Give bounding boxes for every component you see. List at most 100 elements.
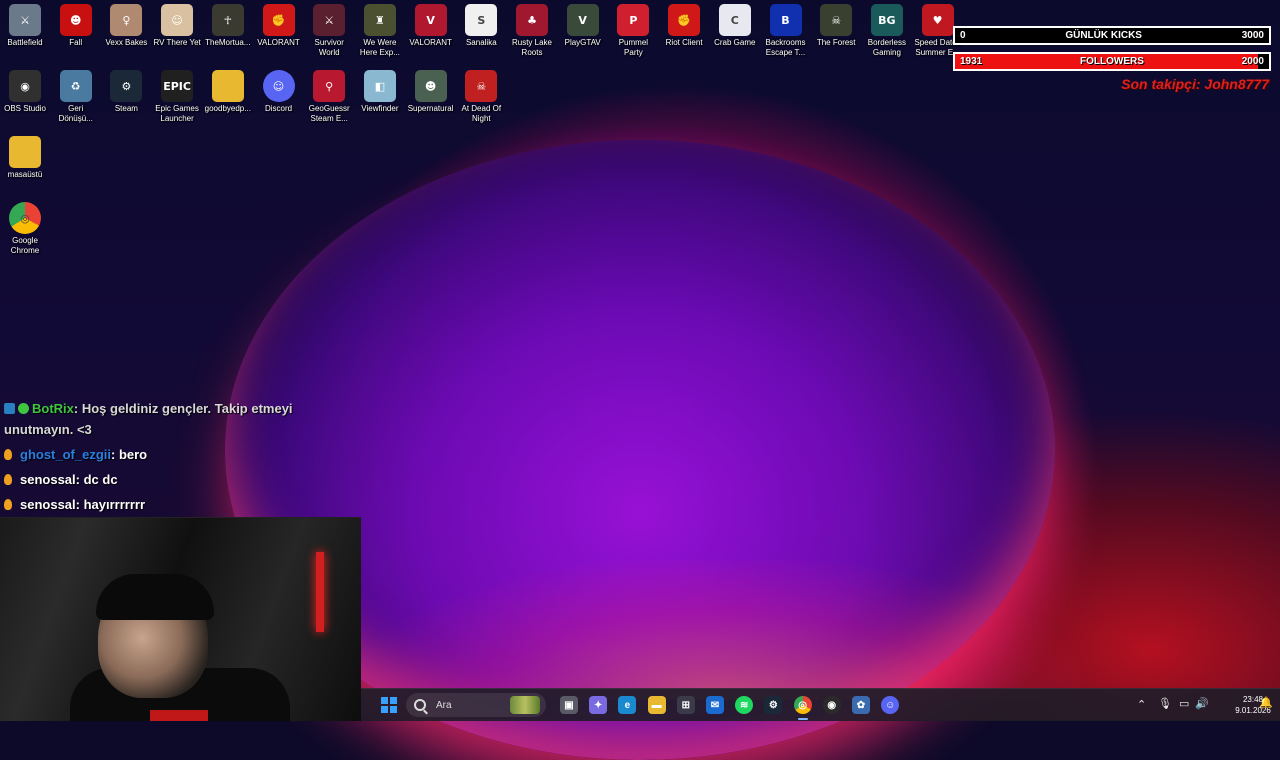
desktop-icon[interactable]: V VALORANT [406, 0, 456, 48]
game-icon: S [465, 4, 498, 36]
desktop-icons: ⚔ Battlefield ☻ Fall ♀ Vexx Bakes ☺ RV There Ye… [0, 0, 961, 260]
desktop-icon[interactable]: C Crab Game [710, 0, 760, 48]
taskbar-steam-icon[interactable]: ⚙ [764, 696, 783, 714]
desktop-icon[interactable]: ☥ TheMortua... [203, 0, 253, 48]
last-follower-label: Son takipçi: John8777 [1121, 76, 1269, 92]
game-icon: ♥ [921, 4, 954, 36]
desktop-icon[interactable]: ◎ Google Chrome [0, 198, 50, 256]
desktop-icon[interactable]: goodbyedp... [203, 66, 253, 114]
desktop-icon[interactable]: ☠ The Forest [811, 0, 861, 48]
kicks-current: 0 [960, 30, 966, 41]
volume-icon[interactable]: 🔊 [1195, 697, 1209, 710]
desktop-icon-label: Steam [114, 104, 138, 113]
desktop-icon[interactable]: ◉ OBS Studio [0, 66, 50, 114]
desktop-icon[interactable]: ⚙ Steam [101, 66, 151, 114]
desktop-icon-label: VALORANT [409, 38, 452, 47]
followers-label: FOLLOWERS [1080, 56, 1144, 67]
show-hidden-icons-chevron-icon[interactable]: ⌃ [1137, 698, 1146, 711]
chat-message: ghost_of_ezgii: bero [4, 444, 334, 465]
desktop-icon[interactable]: ☻ Fall [51, 0, 101, 48]
taskbar-search[interactable]: Ara [406, 693, 546, 717]
chat-overlay: BotRix: Hoş geldiniz gençler. Takip etme… [4, 398, 334, 519]
valorant-icon: V [414, 4, 447, 36]
taskbar-edge-icon[interactable]: e [618, 696, 637, 714]
taskbar-file-explorer-icon[interactable]: ▬ [647, 696, 666, 714]
desktop-icon-label: Epic Games Launcher [155, 104, 199, 123]
chat-text: : hayırrrrrrr [75, 497, 146, 512]
desktop-icon[interactable]: ☠ At Dead Of Night [456, 66, 506, 124]
desktop-icon[interactable]: masaüstü [0, 132, 50, 180]
followers-goal-bar: 1931 FOLLOWERS 2000 [953, 52, 1271, 71]
desktop-icon[interactable]: V PlayGTAV [558, 0, 608, 48]
folder-icon [9, 136, 41, 168]
desktop-icon[interactable]: ♀ Vexx Bakes [101, 0, 151, 48]
game-icon: ☻ [59, 4, 92, 36]
game-icon: ☥ [211, 4, 244, 36]
desktop-icon-label: goodbyedp... [204, 104, 251, 113]
chat-text: : bero [111, 447, 148, 462]
taskbar-obs-icon[interactable]: ◉ [822, 696, 841, 714]
chrome-icon: ◎ [9, 202, 41, 234]
desktop-icon[interactable]: ☺ RV There Yet [152, 0, 202, 48]
desktop-icon-label: Crab Game [714, 38, 756, 47]
flame-badge-icon [4, 449, 12, 460]
obs-icon: ◉ [9, 70, 41, 102]
desktop-icon[interactable]: EPIC Epic Games Launcher [152, 66, 202, 124]
game-icon: ☺ [161, 4, 194, 36]
desktop-icon[interactable]: ♣ Rusty Lake Roots [507, 0, 557, 58]
game-icon: ☠ [820, 4, 853, 36]
chat-username: ghost_of_ezgii [20, 447, 112, 462]
desktop-icon[interactable]: B Backrooms Escape T... [761, 0, 811, 58]
desktop-icon[interactable]: ☻ Supernatural [406, 66, 456, 114]
desktop-icon[interactable]: ⚲ GeoGuessr Steam E... [304, 66, 354, 124]
taskbar-store-icon[interactable]: ⊞ [676, 696, 695, 714]
desktop-icon-label: We Were Here Exp... [359, 38, 400, 57]
recycle-bin-icon: ♻ [59, 70, 92, 102]
chat-message: BotRix: Hoş geldiniz gençler. Takip etme… [4, 398, 334, 440]
microphone-icon[interactable]: 🎙 [1158, 697, 1172, 710]
desktop-icon[interactable]: ✊ Riot Client [659, 0, 709, 48]
riot-icon: ✊ [262, 4, 295, 36]
desktop-icon-label: Geri Dönüşü... [58, 104, 93, 123]
desktop-icon[interactable]: ⚔ Battlefield [0, 0, 50, 48]
taskbar-copilot-icon[interactable]: ✦ [589, 696, 608, 714]
game-icon: ◧ [363, 70, 396, 102]
desktop-icon[interactable]: ☺ Discord [254, 66, 304, 114]
desktop-icon[interactable]: ⚔ Survivor World [304, 0, 354, 58]
game-icon: ♜ [363, 4, 396, 36]
desktop-icon[interactable]: ◧ Viewfinder [355, 66, 405, 114]
taskbar-taskview-icon[interactable]: ▣ [560, 696, 578, 714]
geoguessr-icon: ⚲ [313, 70, 346, 102]
kicks-target: 3000 [1241, 30, 1264, 41]
desktop-icon[interactable]: S Sanalika [456, 0, 506, 48]
notification-bell-icon[interactable]: 🔔 [1259, 696, 1273, 709]
network-icon[interactable]: ▭ [1179, 697, 1189, 710]
taskbar-app-icon[interactable]: ✿ [852, 696, 870, 714]
desktop-icon-label: Survivor World [314, 38, 344, 57]
desktop-icon[interactable]: ♜ We Were Here Exp... [355, 0, 405, 58]
chat-username: senossal [20, 497, 76, 512]
desktop-icon[interactable]: BG Borderless Gaming [862, 0, 912, 58]
flame-badge-icon [4, 499, 12, 510]
bot-badge-icon [4, 403, 15, 414]
game-icon: ☠ [465, 70, 498, 102]
game-icon: ☻ [414, 70, 447, 102]
kicks-label: GÜNLÜK KICKS [1065, 30, 1142, 41]
desktop-icon-label: Fall [69, 38, 83, 47]
desktop-icon-label: Riot Client [665, 38, 703, 47]
taskbar-mail-icon[interactable]: ✉ [706, 696, 724, 714]
chat-message: senossal: dc dc [4, 469, 334, 490]
desktop-icon-label: Borderless Gaming [867, 38, 907, 57]
taskbar-chrome-icon[interactable]: ◎ [793, 696, 812, 720]
red-object [150, 710, 208, 721]
desktop-icon[interactable]: ♻ Geri Dönüşü... [51, 66, 101, 124]
taskbar-discord-icon[interactable]: ☺ [881, 696, 900, 714]
desktop-icon[interactable]: P Pummel Party [608, 0, 658, 58]
desktop-icon-label: OBS Studio [4, 104, 46, 113]
taskbar-spotify-icon[interactable]: ≋ [735, 696, 754, 714]
battlefield-icon: ⚔ [9, 4, 41, 36]
game-icon: C [718, 4, 751, 36]
desktop-icon-label: The Forest [816, 38, 856, 47]
desktop-icon[interactable]: ✊ VALORANT [254, 0, 304, 48]
start-button[interactable] [381, 697, 397, 713]
